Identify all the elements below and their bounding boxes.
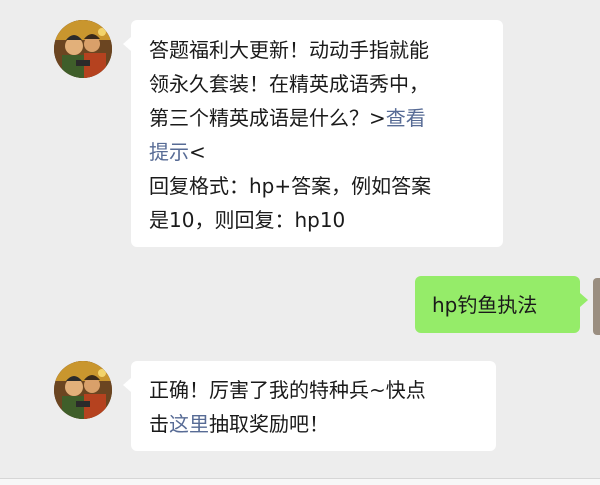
view-link[interactable]: 查看 [386,106,426,130]
message-text: < [189,140,206,164]
message-bubble-user-reply[interactable]: hp钓鱼执法 [415,276,588,333]
message-line: 第三个精英成语是什么？>查看 [149,101,487,135]
message-line: 是10，则回复：hp10 [149,208,346,232]
message-text: hp钓鱼执法 [432,293,538,317]
message-line: 回复格式：hp+答案，例如答案 [149,174,432,198]
hint-link[interactable]: 提示 [149,140,189,164]
user-avatar[interactable] [593,278,600,335]
bot-avatar[interactable] [54,361,112,419]
message-line: 正确！厉害了我的特种兵~快点 [149,378,426,402]
game-character-avatar-icon [54,20,112,78]
input-area[interactable] [0,479,600,485]
message-line: 提示< [149,135,487,169]
message-line: 领永久套装！在精英成语秀中， [149,72,429,96]
bot-avatar[interactable] [54,20,112,78]
message-text: 抽取奖励吧！ [209,412,329,436]
message-line: 答题福利大更新！动动手指就能 [149,38,429,62]
message-text: 第三个精英成语是什么？> [149,106,386,130]
message-line: 击这里抽取奖励吧！ [149,407,480,441]
here-link[interactable]: 这里 [169,412,209,436]
game-character-avatar-icon [54,361,112,419]
message-bubble-question[interactable]: 答题福利大更新！动动手指就能 领永久套装！在精英成语秀中， 第三个精英成语是什么… [123,20,503,247]
message-bubble-result[interactable]: 正确！厉害了我的特种兵~快点 击这里抽取奖励吧！ [123,361,496,451]
message-text: 击 [149,412,169,436]
